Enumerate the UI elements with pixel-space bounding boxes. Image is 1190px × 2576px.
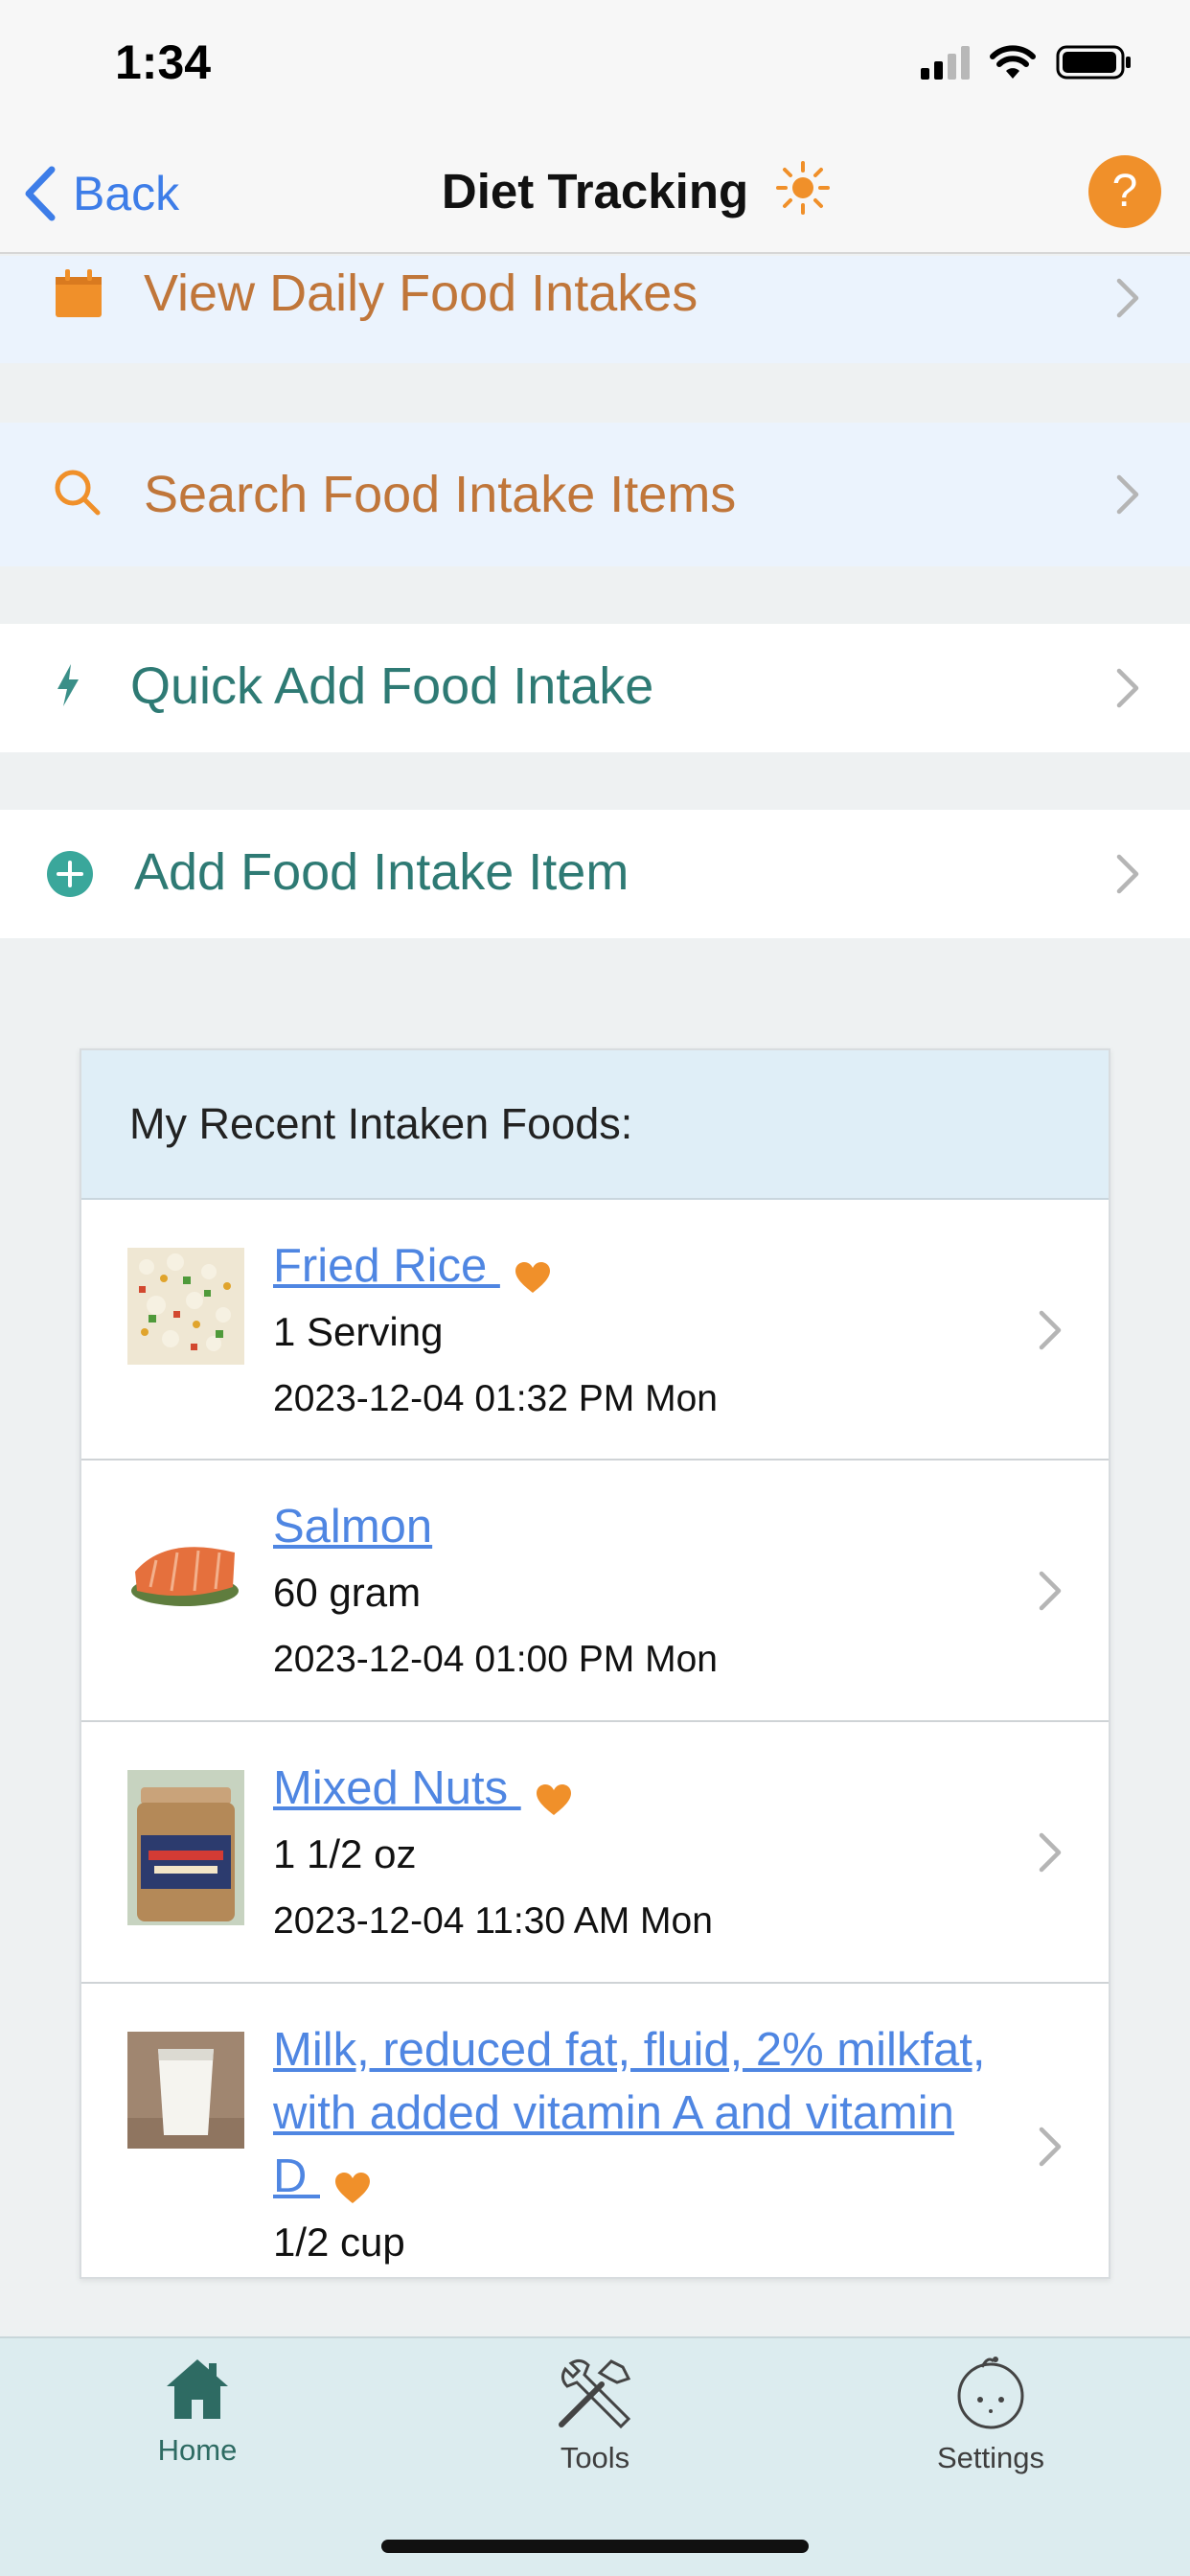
tab-settings-label: Settings bbox=[936, 2441, 1044, 2474]
food-name-link[interactable]: Mixed Nuts bbox=[273, 1757, 994, 1820]
add-food-intake-item-label: Add Food Intake Item bbox=[134, 843, 629, 901]
food-quantity: 1 Serving bbox=[273, 1309, 444, 1354]
home-indicator bbox=[381, 2540, 809, 2553]
wifi-icon bbox=[990, 45, 1036, 79]
status-bar: 1:34 bbox=[0, 0, 1190, 134]
page-title: Diet Tracking bbox=[441, 164, 749, 218]
milk-glass-image bbox=[127, 2032, 244, 2149]
fried-rice-image bbox=[127, 1248, 244, 1365]
chevron-right-icon bbox=[1116, 474, 1139, 515]
sun-icon[interactable] bbox=[774, 159, 832, 217]
chevron-right-icon bbox=[1116, 854, 1139, 894]
home-icon bbox=[167, 2359, 228, 2419]
tab-home-label: Home bbox=[157, 2433, 238, 2467]
view-daily-intakes-row[interactable]: View Daily Food Intakes bbox=[0, 256, 1190, 363]
status-icons bbox=[921, 44, 1133, 80]
tools-icon bbox=[559, 2358, 631, 2429]
quick-add-food-intake-label: Quick Add Food Intake bbox=[130, 657, 654, 715]
food-item-row[interactable]: Salmon 60 gram 2023-12-04 01:00 PM Mon bbox=[81, 1460, 1109, 1722]
search-food-intake-row[interactable]: Search Food Intake Items bbox=[0, 423, 1190, 566]
food-timestamp: 2023-12-04 01:00 PM Mon bbox=[273, 1639, 718, 1680]
food-name-link[interactable]: Salmon bbox=[273, 1495, 994, 1558]
view-daily-intakes-label: View Daily Food Intakes bbox=[144, 264, 698, 322]
plus-circle-icon bbox=[46, 850, 94, 898]
recent-foods-card: My Recent Intaken Foods: Fried Rice 1 Se… bbox=[80, 1048, 1110, 2279]
navigation-bar: Back Diet Tracking ? bbox=[0, 134, 1190, 254]
food-item-row[interactable]: Fried Rice 1 Serving 2023-12-04 01:32 PM… bbox=[81, 1200, 1109, 1460]
mixed-nuts-image bbox=[127, 1770, 244, 1925]
food-quantity: 60 gram bbox=[273, 1570, 422, 1615]
baby-face-icon bbox=[957, 2357, 1024, 2429]
help-button[interactable]: ? bbox=[1088, 155, 1161, 228]
quick-add-food-intake-row[interactable]: Quick Add Food Intake bbox=[0, 624, 1190, 752]
tab-tools-label: Tools bbox=[560, 2441, 630, 2474]
add-food-intake-item-row[interactable]: Add Food Intake Item bbox=[0, 810, 1190, 938]
search-icon bbox=[52, 467, 103, 518]
favorite-heart-icon bbox=[536, 1783, 571, 1815]
food-timestamp: 2023-12-04 01:32 PM Mon bbox=[273, 1378, 718, 1419]
food-item-row[interactable]: Mixed Nuts 1 1/2 oz 2023-12-04 11:30 AM … bbox=[81, 1722, 1109, 1984]
tab-tools[interactable]: Tools bbox=[490, 2354, 700, 2475]
status-time: 1:34 bbox=[115, 35, 212, 89]
food-item-row[interactable]: Milk, reduced fat, fluid, 2% milkfat, wi… bbox=[81, 1984, 1109, 2277]
food-name-link[interactable]: Fried Rice bbox=[273, 1234, 994, 1298]
tab-home[interactable]: Home bbox=[92, 2354, 303, 2468]
chevron-right-icon bbox=[1116, 668, 1139, 708]
chevron-right-icon bbox=[1039, 1571, 1062, 1611]
favorite-heart-icon bbox=[515, 1261, 550, 1293]
favorite-heart-icon bbox=[335, 2172, 370, 2203]
cellular-signal-icon bbox=[921, 45, 970, 80]
calendar-icon bbox=[54, 269, 103, 319]
food-quantity: 1 1/2 oz bbox=[273, 1831, 417, 1876]
chevron-right-icon bbox=[1039, 1832, 1062, 1873]
search-food-intake-label: Search Food Intake Items bbox=[144, 466, 737, 523]
chevron-right-icon bbox=[1116, 278, 1139, 318]
recent-foods-header: My Recent Intaken Foods: bbox=[81, 1050, 1109, 1200]
salmon-image bbox=[127, 1516, 244, 1633]
lightning-bolt-icon bbox=[54, 662, 82, 708]
food-quantity: 1/2 cup bbox=[273, 2220, 405, 2265]
tab-settings[interactable]: Settings bbox=[885, 2354, 1096, 2475]
chevron-right-icon bbox=[1039, 2127, 1062, 2167]
food-timestamp: 2023-12-04 11:30 AM Mon bbox=[273, 1900, 713, 1942]
battery-icon bbox=[1056, 45, 1131, 80]
chevron-right-icon bbox=[1039, 1310, 1062, 1350]
food-name-link[interactable]: Milk, reduced fat, fluid, 2% milkfat, wi… bbox=[273, 2018, 994, 2208]
